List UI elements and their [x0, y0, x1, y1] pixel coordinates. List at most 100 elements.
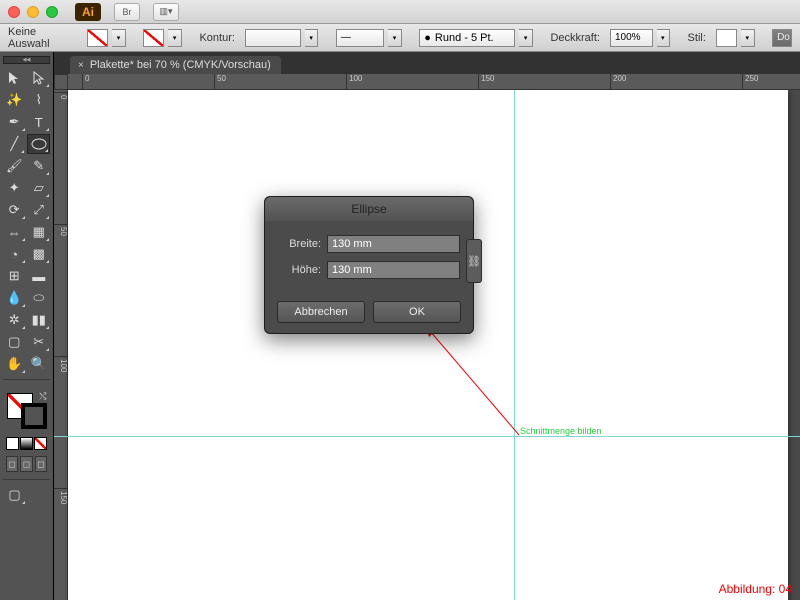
swap-fill-stroke-icon[interactable]: ⤭ — [39, 391, 46, 402]
color-mode-row — [3, 435, 50, 452]
style-label: Stil: — [688, 32, 706, 44]
stroke-dropdown[interactable]: ▾ — [168, 29, 181, 47]
ellipse-dialog: Ellipse Breite: Höhe: ⛓ Abbrechen OK — [264, 196, 474, 334]
ruler-tick: 50 — [54, 224, 68, 264]
ruler-tick: 0 — [54, 92, 68, 132]
arrange-documents-button[interactable]: ▥▾ — [153, 3, 179, 21]
height-label: Höhe: — [277, 264, 321, 276]
opacity-dropdown[interactable]: ▾ — [657, 29, 670, 47]
window-titlebar: Ai Br ▥▾ — [0, 0, 800, 24]
selection-status: Keine Auswahl — [8, 26, 77, 50]
selection-tool[interactable] — [3, 68, 26, 88]
annotation-intersect-label: Schnittmenge bilden — [520, 426, 602, 436]
close-window-button[interactable] — [8, 6, 20, 18]
ruler-tick: 0 — [82, 74, 122, 90]
vertical-ruler[interactable]: 0 50 100 150 — [54, 90, 68, 600]
guide-vertical[interactable] — [514, 90, 515, 600]
style-dropdown[interactable]: ▾ — [741, 29, 754, 47]
fill-dropdown[interactable]: ▾ — [112, 29, 125, 47]
ruler-tick: 100 — [346, 74, 386, 90]
free-transform-tool[interactable]: ▦ — [28, 222, 51, 242]
symbol-sprayer-tool[interactable]: ✲ — [3, 310, 26, 330]
draw-behind[interactable]: ◻ — [20, 456, 32, 472]
toolbar-collapse-button[interactable] — [3, 56, 50, 64]
slice-tool[interactable]: ✂ — [28, 332, 51, 352]
document-tab[interactable]: × Plakette* bei 70 % (CMYK/Vorschau) — [70, 56, 281, 74]
ruler-origin[interactable] — [54, 74, 68, 90]
hand-tool[interactable]: ✋ — [3, 354, 26, 374]
pen-tool[interactable]: ✒ — [3, 112, 26, 132]
eyedropper-tool[interactable]: 💧 — [3, 288, 26, 308]
control-bar: Keine Auswahl ▾ ▾ Kontur: ▾ — ▾ ●Rund - … — [0, 24, 800, 52]
draw-inside[interactable]: ◻ — [35, 456, 47, 472]
stroke-profile[interactable]: — — [336, 29, 384, 47]
screen-mode-button[interactable]: ▢ — [3, 485, 26, 505]
stroke-weight-field[interactable] — [245, 29, 301, 47]
blend-tool[interactable]: ⬭ — [28, 288, 51, 308]
shape-builder-tool[interactable]: ◔ — [3, 244, 26, 264]
ruler-tick: 250 — [742, 74, 782, 90]
width-input[interactable] — [327, 235, 460, 253]
width-tool[interactable]: ⇔ — [3, 222, 26, 242]
app-logo: Ai — [75, 3, 101, 21]
column-graph-tool[interactable]: ▮▮ — [28, 310, 51, 330]
pencil-tool[interactable]: ✎ — [28, 156, 51, 176]
zoom-window-button[interactable] — [46, 6, 58, 18]
stroke-color[interactable] — [21, 403, 47, 429]
gradient-tool[interactable]: ▬ — [28, 266, 51, 286]
style-swatch[interactable] — [716, 29, 737, 47]
minimize-window-button[interactable] — [27, 6, 39, 18]
fill-swatch[interactable] — [87, 29, 108, 47]
stroke-weight-dropdown[interactable]: ▾ — [305, 29, 318, 47]
artboard-tool[interactable]: ▢ — [3, 332, 26, 352]
ok-button[interactable]: OK — [373, 301, 461, 323]
document-tab-title: Plakette* bei 70 % (CMYK/Vorschau) — [90, 59, 271, 71]
height-input[interactable] — [327, 261, 460, 279]
stroke-profile-dropdown[interactable]: ▾ — [388, 29, 401, 47]
color-chip-gradient[interactable] — [20, 437, 33, 450]
cancel-button[interactable]: Abbrechen — [277, 301, 365, 323]
rotate-tool[interactable]: ⟳ — [3, 200, 26, 220]
workspace[interactable]: 0 50 100 150 Schnittmenge bilden Abbildu… — [54, 90, 800, 600]
blob-brush-tool[interactable]: ✦ — [3, 178, 26, 198]
figure-caption: Abbildung: 04 — [719, 582, 792, 596]
dialog-title: Ellipse — [265, 197, 473, 221]
artboard[interactable] — [68, 90, 788, 600]
magic-wand-tool[interactable]: ✨ — [3, 90, 26, 110]
ruler-tick: 100 — [54, 356, 68, 396]
direct-selection-tool[interactable] — [28, 68, 51, 88]
ruler-tick: 50 — [214, 74, 254, 90]
width-label: Breite: — [277, 238, 321, 250]
ruler-tick: 200 — [610, 74, 650, 90]
fill-stroke-control[interactable]: ⤭ — [5, 391, 49, 431]
color-chip-solid[interactable] — [6, 437, 19, 450]
constrain-proportions-button[interactable]: ⛓ — [466, 239, 482, 283]
scale-tool[interactable]: ⤢ — [28, 200, 51, 220]
document-setup-button[interactable]: Do — [772, 29, 792, 47]
stroke-label: Kontur: — [199, 32, 234, 44]
eraser-tool[interactable]: ▱ — [28, 178, 51, 198]
type-tool[interactable]: T — [28, 112, 51, 132]
link-icon: ⛓ — [467, 255, 481, 268]
ruler-tick: 150 — [54, 488, 68, 528]
draw-mode-row: ◻ ◻ ◻ — [3, 454, 50, 474]
brush-definition[interactable]: ●Rund - 5 Pt. — [419, 29, 515, 47]
stroke-swatch[interactable] — [143, 29, 164, 47]
draw-normal[interactable]: ◻ — [6, 456, 18, 472]
bridge-button[interactable]: Br — [114, 3, 140, 21]
zoom-tool[interactable]: 🔍 — [28, 354, 51, 374]
ellipse-tool[interactable] — [27, 134, 50, 154]
lasso-tool[interactable]: ⌇ — [28, 90, 51, 110]
horizontal-ruler[interactable]: 0 50 100 150 200 250 — [68, 74, 800, 90]
line-segment-tool[interactable]: ╱ — [3, 134, 25, 154]
opacity-field[interactable]: 100% — [610, 29, 653, 47]
ruler-row: 0 50 100 150 200 250 — [54, 74, 800, 90]
perspective-grid-tool[interactable]: ▩ — [28, 244, 51, 264]
brush-dropdown[interactable]: ▾ — [519, 29, 532, 47]
tools-panel: ✨ ⌇ ✒ T ╱ 🖌 ✎ ✦ ▱ ⟳ ⤢ ⇔ ▦ ◔ ▩ — [0, 52, 54, 600]
close-tab-icon[interactable]: × — [78, 60, 84, 71]
paintbrush-tool[interactable]: 🖌 — [3, 156, 26, 176]
guide-horizontal[interactable] — [54, 436, 800, 437]
color-chip-none[interactable] — [34, 437, 47, 450]
mesh-tool[interactable]: ⊞ — [3, 266, 26, 286]
